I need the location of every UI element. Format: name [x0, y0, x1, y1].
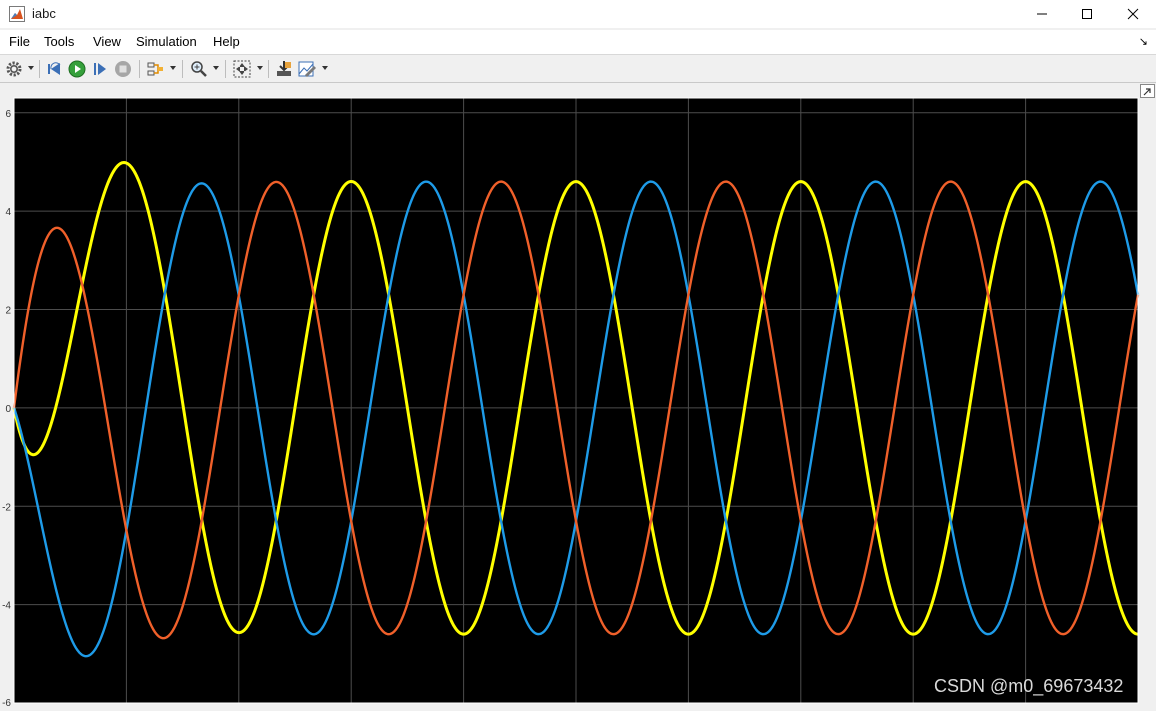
menu-file[interactable]: File: [9, 34, 30, 49]
close-button[interactable]: [1110, 0, 1156, 28]
highlight-dropdown-icon[interactable]: [170, 65, 176, 71]
stop-icon[interactable]: [113, 59, 133, 79]
y-tick-label: 4: [5, 207, 11, 218]
fit-to-view-icon[interactable]: [232, 59, 252, 79]
scope-panel: 00.010.020.030.040.050.060.070.080.090.1…: [0, 83, 1156, 711]
maximize-button[interactable]: [1064, 0, 1110, 28]
menu-bar: File Tools View Simulation Help ↘: [0, 30, 1156, 55]
menu-view[interactable]: View: [93, 34, 121, 49]
collapse-menu-icon[interactable]: ↘: [1139, 35, 1148, 48]
undock-icon: [1143, 88, 1151, 96]
y-tick-label: 2: [5, 306, 11, 317]
fit-dropdown-icon[interactable]: [257, 65, 263, 71]
title-bar: iabc: [0, 0, 1156, 28]
toolbar-separator: [268, 60, 269, 78]
y-tick-label: -6: [2, 698, 11, 706]
settings-icon[interactable]: [4, 59, 24, 79]
toolbar-separator: [225, 60, 226, 78]
minimize-icon: [1037, 13, 1047, 15]
menu-simulation[interactable]: Simulation: [136, 34, 197, 49]
toolbar-separator: [139, 60, 140, 78]
y-tick-label: -4: [2, 601, 11, 612]
y-tick-label: 0: [5, 404, 11, 415]
watermark: CSDN @m0_69673432: [934, 676, 1124, 696]
step-forward-icon[interactable]: [90, 59, 110, 79]
highlight-icon[interactable]: [145, 59, 165, 79]
toolbar-separator: [39, 60, 40, 78]
write-to-workspace-icon[interactable]: [274, 59, 294, 79]
style-icon[interactable]: [297, 59, 317, 79]
y-tick-label: -2: [2, 502, 11, 513]
y-tick-label: 6: [5, 109, 11, 120]
maximize-icon: [1082, 9, 1092, 19]
settings-dropdown-icon[interactable]: [28, 65, 34, 71]
zoom-icon[interactable]: [189, 59, 209, 79]
zoom-dropdown-icon[interactable]: [213, 65, 219, 71]
run-icon[interactable]: [67, 59, 87, 79]
menu-help[interactable]: Help: [213, 34, 240, 49]
toolbar: [0, 56, 1156, 83]
menu-tools[interactable]: Tools: [44, 34, 74, 49]
toolbar-separator: [182, 60, 183, 78]
undock-button[interactable]: [1140, 84, 1155, 98]
minimize-button[interactable]: [1019, 0, 1065, 28]
style-dropdown-icon[interactable]: [322, 65, 328, 71]
matlab-icon: [9, 6, 25, 22]
scope-chart[interactable]: 00.010.020.030.040.050.060.070.080.090.1…: [0, 83, 1156, 711]
step-back-icon[interactable]: [45, 59, 65, 79]
close-icon: [1127, 8, 1139, 20]
window-title: iabc: [32, 6, 56, 21]
